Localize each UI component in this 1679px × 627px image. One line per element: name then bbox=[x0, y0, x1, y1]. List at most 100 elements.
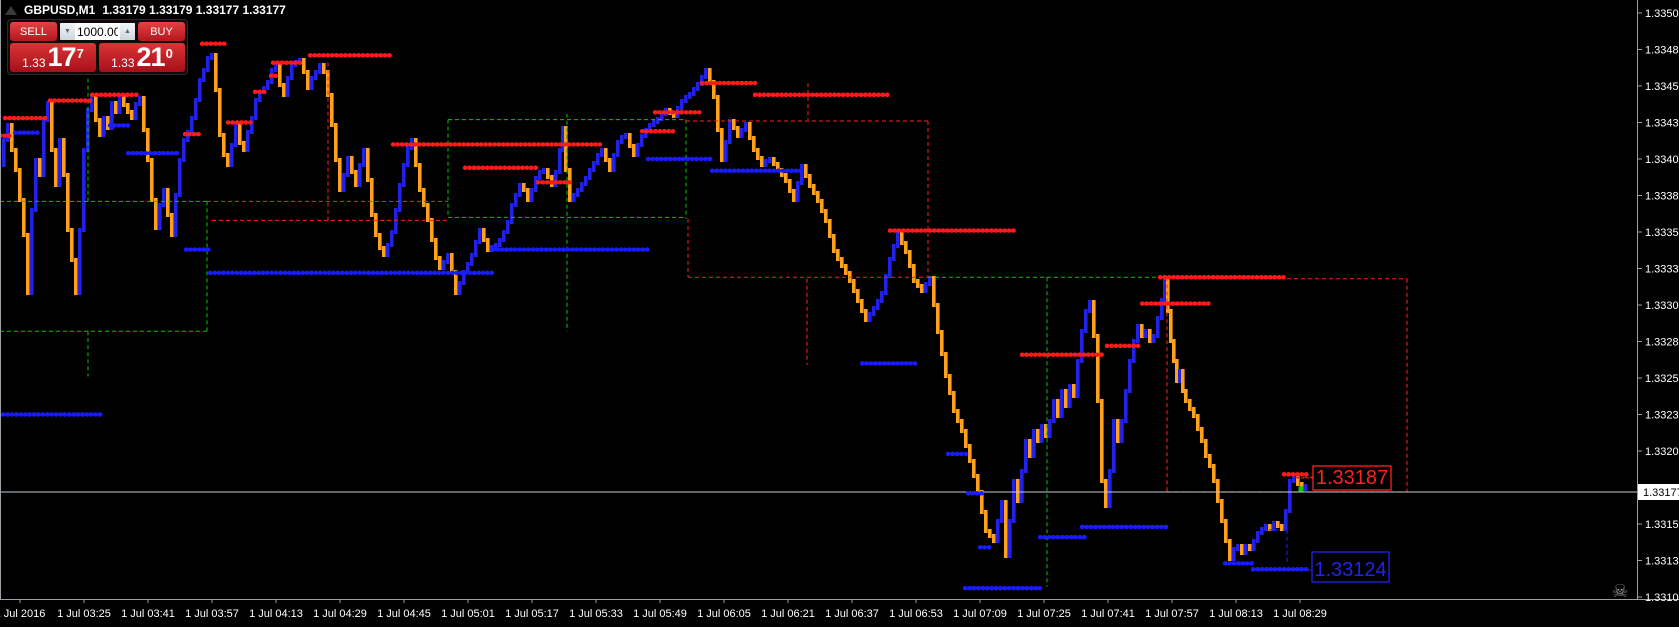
price-bar bbox=[1020, 469, 1024, 503]
price-bar bbox=[1008, 519, 1012, 558]
price-bar bbox=[1236, 544, 1240, 551]
price-bar bbox=[378, 233, 382, 250]
price-bar bbox=[1240, 544, 1244, 555]
price-bar bbox=[1252, 539, 1256, 551]
price-bar bbox=[458, 281, 462, 295]
price-bar bbox=[844, 264, 848, 275]
price-bar bbox=[30, 208, 34, 295]
price-bar bbox=[584, 176, 588, 186]
price-bar bbox=[1204, 439, 1208, 458]
sell-price-button[interactable]: 1.33 17 7 bbox=[10, 43, 96, 72]
price-axis-label: 1.33280 bbox=[1645, 337, 1679, 349]
price-bar bbox=[688, 92, 692, 99]
price-bar bbox=[620, 135, 624, 144]
price-bar bbox=[868, 312, 872, 322]
price-bar bbox=[114, 101, 118, 114]
price-bar bbox=[1048, 419, 1052, 438]
price-axis-label: 1.33480 bbox=[1645, 45, 1679, 57]
volume-stepper: ▼ ▲ bbox=[59, 22, 136, 41]
price-bar bbox=[888, 257, 892, 278]
price-bar bbox=[804, 164, 808, 178]
price-bar bbox=[740, 128, 744, 138]
sell-button[interactable]: SELL bbox=[10, 22, 57, 41]
price-bar bbox=[1260, 527, 1264, 535]
price-bar bbox=[828, 219, 832, 238]
price-bar bbox=[1072, 384, 1076, 398]
volume-increase-button[interactable]: ▲ bbox=[120, 23, 135, 40]
price-bar bbox=[1032, 429, 1036, 458]
price-bar bbox=[572, 193, 576, 202]
price-bar bbox=[1128, 359, 1132, 393]
price-bar bbox=[486, 238, 490, 252]
price-bar bbox=[178, 158, 182, 197]
price-bar bbox=[126, 103, 130, 114]
price-bar bbox=[254, 98, 258, 120]
price-bar bbox=[956, 409, 960, 423]
price-bar bbox=[944, 352, 948, 378]
mt4-chart-window: 1.33187 1.33124 1.33505 1.33480 1.33455 1.334… bbox=[0, 0, 1679, 627]
price-axis-label: 1.33355 bbox=[1645, 227, 1679, 239]
price-bar bbox=[222, 133, 226, 157]
price-bar bbox=[346, 156, 350, 177]
buy-price-pipette: 0 bbox=[165, 46, 173, 61]
price-bar bbox=[246, 130, 250, 152]
price-bar bbox=[38, 158, 42, 177]
price-bar bbox=[266, 80, 270, 90]
price-bar bbox=[398, 183, 402, 212]
price-bar bbox=[518, 183, 522, 197]
price-axis-label: 1.33505 bbox=[1645, 8, 1679, 20]
price-bar bbox=[242, 141, 246, 152]
price-bar bbox=[334, 123, 338, 162]
price-bar bbox=[1076, 359, 1080, 398]
price-bar bbox=[1056, 399, 1060, 418]
price-bar bbox=[724, 140, 728, 162]
price-bar bbox=[624, 133, 628, 139]
time-axis-label: 1 Jul 05:17 bbox=[505, 608, 559, 620]
price-bar bbox=[1244, 544, 1248, 555]
price-bar bbox=[42, 118, 46, 177]
time-axis-label: 1 Jul 03:41 bbox=[121, 608, 175, 620]
price-bar bbox=[836, 249, 840, 261]
price-bar bbox=[482, 228, 486, 242]
price-bar bbox=[366, 148, 370, 182]
price-bar bbox=[972, 459, 976, 478]
price-bar bbox=[18, 168, 22, 202]
price-bar bbox=[546, 168, 550, 179]
price-bar bbox=[1068, 384, 1072, 408]
price-axis-label: 1.33130 bbox=[1645, 556, 1679, 568]
price-bar bbox=[1024, 439, 1028, 473]
time-axis-label: 1 Jul 06:37 bbox=[825, 608, 879, 620]
collapse-triangle-icon[interactable] bbox=[5, 5, 17, 15]
time-axis-label: 1 Jul 06:21 bbox=[761, 608, 815, 620]
time-axis-label: 1 Jul 04:29 bbox=[313, 608, 367, 620]
buy-price-button[interactable]: 1.33 21 0 bbox=[99, 43, 185, 72]
price-bar bbox=[54, 148, 58, 187]
price-bar bbox=[162, 188, 166, 207]
price-bar bbox=[796, 181, 800, 202]
price-bar bbox=[142, 96, 146, 132]
price-bar bbox=[1216, 479, 1220, 503]
price-bar bbox=[716, 95, 720, 132]
price-bar bbox=[616, 140, 620, 157]
time-axis-label: 1 Jul 07:41 bbox=[1081, 608, 1135, 620]
price-bar bbox=[514, 193, 518, 207]
price-bar bbox=[608, 158, 612, 172]
price-bar bbox=[1292, 476, 1296, 483]
price-bar bbox=[784, 173, 788, 183]
price-chart[interactable]: 1.33187 1.33124 1.33505 1.33480 1.33455 1.334… bbox=[0, 0, 1679, 627]
price-bar bbox=[696, 82, 700, 91]
price-bar bbox=[382, 246, 386, 257]
price-bar bbox=[600, 148, 604, 157]
volume-input[interactable] bbox=[75, 23, 120, 40]
price-bar bbox=[592, 161, 596, 172]
price-bar bbox=[1132, 339, 1136, 363]
price-bar bbox=[816, 191, 820, 203]
price-bar bbox=[1064, 389, 1068, 408]
price-bar bbox=[892, 244, 896, 261]
price-bar bbox=[174, 193, 178, 237]
volume-decrease-button[interactable]: ▼ bbox=[60, 23, 75, 40]
buy-button[interactable]: BUY bbox=[138, 22, 185, 41]
chart-title: GBPUSD,M1 1.33179 1.33179 1.33177 1.3317… bbox=[5, 3, 286, 17]
price-bar bbox=[940, 330, 944, 356]
price-bar bbox=[1028, 439, 1032, 458]
